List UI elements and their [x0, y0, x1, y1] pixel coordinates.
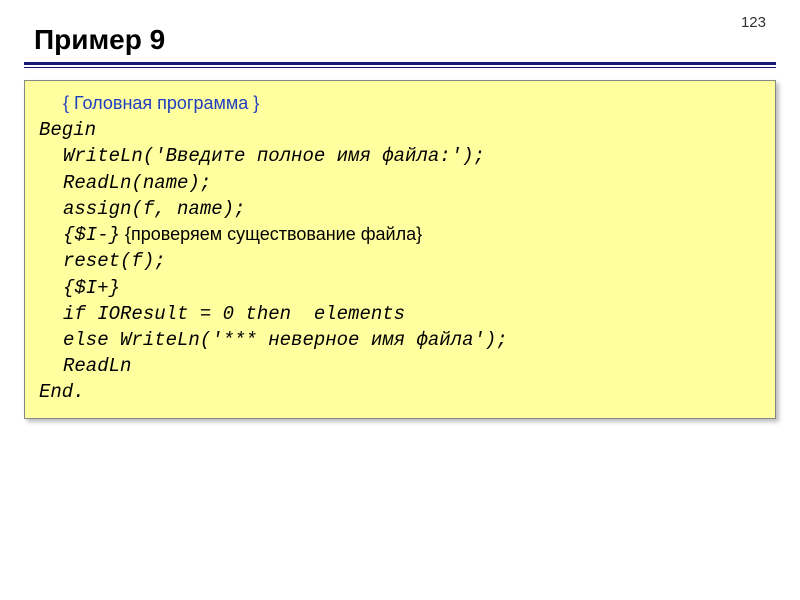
title-underline — [24, 62, 776, 68]
code-comment: { Головная программа } — [63, 93, 259, 113]
code-line: reset(f); — [39, 248, 761, 274]
code-text: {$I-} — [63, 224, 120, 246]
code-line: if IOResult = 0 then elements — [39, 301, 761, 327]
code-line: else WriteLn('*** неверное имя файла'); — [39, 327, 761, 353]
code-text: assign(f, name); — [63, 198, 245, 220]
code-line: Begin — [39, 117, 761, 143]
code-comment: {проверяем существование файла} — [120, 224, 422, 244]
code-text: if IOResult = 0 then elements — [63, 303, 405, 325]
slide-title: Пример 9 — [34, 24, 165, 56]
code-text: reset(f); — [63, 250, 166, 272]
code-line: {$I-} {проверяем существование файла} — [39, 222, 761, 248]
code-line: ReadLn — [39, 353, 761, 379]
code-block: { Головная программа } Begin WriteLn('Вв… — [24, 80, 776, 419]
code-line: ReadLn(name); — [39, 170, 761, 196]
code-text: ReadLn — [63, 355, 131, 377]
code-line: assign(f, name); — [39, 196, 761, 222]
code-line: End. — [39, 379, 761, 405]
code-text: {$I+} — [63, 277, 120, 299]
code-line: WriteLn('Введите полное имя файла:'); — [39, 143, 761, 169]
page-number: 123 — [741, 14, 766, 31]
code-line: { Головная программа } — [39, 91, 761, 117]
code-text: WriteLn('Введите полное имя файла:'); — [63, 145, 485, 167]
code-line: {$I+} — [39, 275, 761, 301]
code-text: ReadLn(name); — [63, 172, 211, 194]
code-text: else WriteLn('*** неверное имя файла'); — [63, 329, 508, 351]
